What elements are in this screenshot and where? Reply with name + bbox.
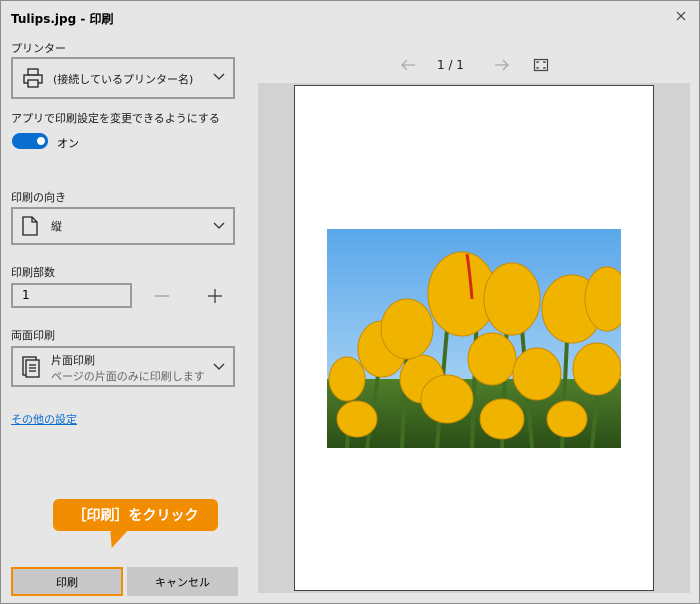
previous-page-button[interactable] <box>399 57 417 73</box>
window-title: Tulips.jpg - 印刷 <box>11 12 114 26</box>
increase-copies-button[interactable] <box>205 287 225 305</box>
orientation-label: 印刷の向き <box>11 191 66 204</box>
close-button[interactable] <box>669 5 693 27</box>
page-icon <box>22 216 38 236</box>
toggle-knob <box>37 137 45 145</box>
plus-icon <box>208 289 222 303</box>
chevron-down-icon <box>213 222 225 229</box>
cancel-button[interactable]: キャンセル <box>127 567 238 596</box>
title-bar: Tulips.jpg - 印刷 <box>1 1 699 35</box>
duplex-dropdown[interactable]: 片面印刷 ページの片面のみに印刷します <box>11 346 235 387</box>
decrease-copies-button[interactable] <box>152 287 172 305</box>
single-sided-icon <box>22 356 40 378</box>
arrow-left-icon <box>401 59 415 71</box>
print-button[interactable]: 印刷 <box>11 567 123 596</box>
duplex-label: 両面印刷 <box>11 329 55 342</box>
page-indicator: 1 / 1 <box>437 58 464 72</box>
duplex-description: ページの片面のみに印刷します <box>51 370 205 383</box>
fit-page-icon <box>533 58 549 72</box>
callout-tail <box>103 530 129 548</box>
close-icon <box>676 11 686 21</box>
tulip-photo <box>327 229 621 448</box>
callout-annotation: ［印刷］をクリック <box>53 499 218 531</box>
fit-page-button[interactable] <box>533 57 549 73</box>
chevron-down-icon <box>213 73 225 80</box>
printer-dropdown[interactable]: (接続しているプリンター名) <box>11 57 235 99</box>
print-dialog: Tulips.jpg - 印刷 プリンター (接続しているプリンター名) アプリ… <box>0 0 700 604</box>
app-settings-label: アプリで印刷設定を変更できるようにする <box>11 112 220 125</box>
more-settings-link[interactable]: その他の設定 <box>11 411 77 427</box>
minus-icon <box>155 295 169 297</box>
copies-input[interactable]: 1 <box>11 283 132 308</box>
arrow-right-icon <box>495 59 509 71</box>
copies-label: 印刷部数 <box>11 266 55 279</box>
chevron-down-icon <box>213 363 225 370</box>
printer-value: (接続しているプリンター名) <box>53 73 194 86</box>
next-page-button[interactable] <box>493 57 511 73</box>
printer-icon <box>23 68 43 88</box>
duplex-value: 片面印刷 <box>51 354 95 367</box>
orientation-dropdown[interactable]: 縦 <box>11 207 235 245</box>
orientation-value: 縦 <box>51 220 62 233</box>
printer-label: プリンター <box>11 42 66 55</box>
app-settings-toggle[interactable] <box>12 133 48 149</box>
toggle-state-label: オン <box>57 137 79 150</box>
